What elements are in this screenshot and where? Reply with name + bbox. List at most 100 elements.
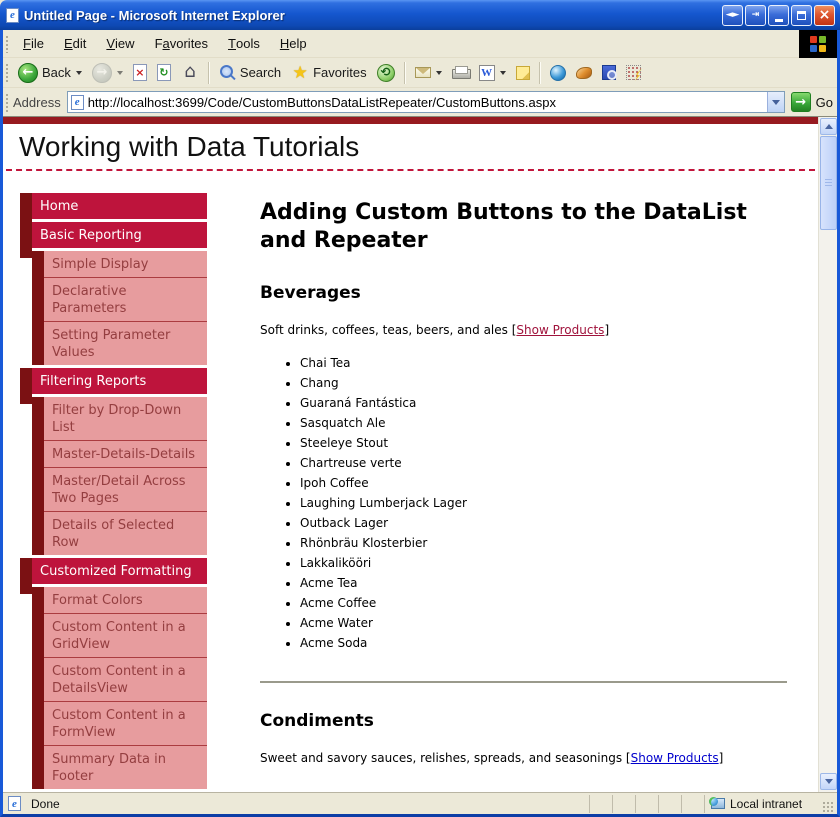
dropdown-caret-icon[interactable]	[76, 71, 82, 75]
toolbar-row: Back Search Favorites	[3, 58, 837, 88]
browser-window: e Untitled Page - Microsoft Internet Exp…	[0, 0, 840, 817]
sidebar-item[interactable]: Custom Content in a DetailsView	[20, 657, 207, 701]
title-bar[interactable]: e Untitled Page - Microsoft Internet Exp…	[0, 0, 840, 30]
history-button[interactable]	[372, 60, 400, 86]
sidebar-item[interactable]: Filter by Drop-Down List	[20, 397, 207, 440]
sidebar-item[interactable]: Simple Display	[20, 251, 207, 277]
sidebar-item-label: Master-Details-Details	[44, 440, 207, 467]
home-icon	[181, 64, 199, 82]
menu-bar: FileEditViewFavoritesToolsHelp	[13, 30, 799, 57]
sidebar-indent	[20, 657, 32, 701]
go-label: Go	[816, 95, 833, 110]
stop-icon	[133, 64, 147, 81]
address-label: Address	[13, 95, 61, 110]
book-search-button[interactable]	[597, 60, 621, 86]
resize-grip[interactable]	[822, 801, 835, 814]
maximize-icon	[797, 11, 806, 20]
menu-tools[interactable]: Tools	[218, 30, 270, 57]
dropdown-caret-icon[interactable]	[436, 71, 442, 75]
sidebar-item-label: Custom Content in a DetailsView	[44, 657, 207, 701]
dropdown-caret-icon[interactable]	[117, 71, 123, 75]
show-products-link[interactable]: Show Products	[631, 751, 719, 765]
home-button[interactable]	[176, 60, 204, 86]
window-title: Untitled Page - Microsoft Internet Explo…	[24, 8, 722, 23]
address-input[interactable]	[88, 95, 767, 110]
sidebar-marker	[32, 587, 44, 613]
product-item: Acme Coffee	[300, 593, 787, 613]
address-dropdown-button[interactable]	[767, 92, 784, 112]
menu-favorites[interactable]: Favorites	[145, 30, 218, 57]
sidebar-marker	[32, 511, 44, 555]
section-beverages: Beverages Soft drinks, coffees, teas, be…	[260, 283, 787, 653]
drag-handle[interactable]	[4, 92, 9, 112]
maximize-button[interactable]	[791, 5, 812, 26]
sidebar-item-label: Customized Formatting	[32, 558, 207, 584]
toolbar-separator	[208, 62, 210, 84]
sidebar-item[interactable]: Filtering Reports	[20, 368, 207, 394]
dropdown-caret-icon[interactable]	[500, 71, 506, 75]
sidebar-marker	[32, 467, 44, 511]
sidebar-item[interactable]: Details of Selected Row	[20, 511, 207, 555]
menu-file[interactable]: File	[13, 30, 54, 57]
status-pane-empty	[658, 795, 681, 813]
undock-button[interactable]: ⇥	[745, 5, 766, 26]
back-button[interactable]: Back	[13, 60, 87, 86]
stop-button[interactable]	[128, 60, 152, 86]
status-pane-empty	[635, 795, 658, 813]
sidebar-item[interactable]: Master/Detail Across Two Pages	[20, 467, 207, 511]
menu-edit[interactable]: Edit	[54, 30, 96, 57]
show-products-link[interactable]: Show Products	[516, 323, 604, 337]
word-icon	[479, 65, 495, 81]
sidebar-item[interactable]: Basic Reporting	[20, 222, 207, 248]
favorites-button[interactable]: Favorites	[286, 60, 371, 86]
sidebar-item-label: Basic Reporting	[32, 222, 207, 248]
research-fox-button[interactable]	[571, 60, 597, 86]
scroll-up-button[interactable]	[820, 118, 837, 135]
word-button[interactable]	[474, 60, 511, 86]
close-button[interactable]: ×	[814, 5, 835, 26]
drag-handle[interactable]	[4, 34, 9, 53]
sidebar-item[interactable]: Custom Content in a FormView	[20, 701, 207, 745]
address-field[interactable]: e	[67, 91, 785, 113]
resize-arrows-button[interactable]: ◄►	[722, 5, 743, 26]
page-top-border	[3, 117, 818, 124]
sidebar-item[interactable]: Declarative Parameters	[20, 277, 207, 321]
sidebar-item[interactable]: Setting Parameter Values	[20, 321, 207, 365]
sidebar-item-label: Declarative Parameters	[44, 277, 207, 321]
sidebar-item[interactable]: Master-Details-Details	[20, 440, 207, 467]
forward-button[interactable]	[87, 60, 128, 86]
grid-highlight-button[interactable]	[621, 60, 646, 86]
mail-button[interactable]	[410, 60, 447, 86]
drag-handle[interactable]	[4, 62, 9, 82]
scroll-thumb[interactable]	[820, 136, 837, 230]
sidebar-item-label: Details of Selected Row	[44, 511, 207, 555]
vertical-scrollbar[interactable]	[818, 117, 837, 792]
menu-view[interactable]: View	[96, 30, 144, 57]
minimize-button[interactable]	[768, 5, 789, 26]
product-item: Chartreuse verte	[300, 453, 787, 473]
search-button[interactable]: Search	[214, 60, 286, 86]
product-list: Chai TeaChangGuaraná FantásticaSasquatch…	[282, 353, 787, 653]
back-label: Back	[42, 65, 71, 80]
sidebar-item[interactable]: Customized Formatting	[20, 558, 207, 584]
scroll-down-button[interactable]	[820, 773, 837, 790]
sidebar-menu: Home Basic Reporting Simple DisplayDeclara…	[20, 193, 207, 789]
search-label: Search	[240, 65, 281, 80]
print-button[interactable]	[447, 60, 474, 86]
sidebar-item[interactable]: Summary Data in Footer	[20, 745, 207, 789]
product-item: Ipoh Coffee	[300, 473, 787, 493]
sidebar-item[interactable]: Custom Content in a GridView	[20, 613, 207, 657]
sidebar-item[interactable]: Home	[20, 193, 207, 219]
sidebar-item[interactable]: Format Colors	[20, 587, 207, 613]
go-button[interactable]: → Go	[791, 92, 833, 112]
sidebar-indent	[20, 613, 32, 657]
menu-help[interactable]: Help	[270, 30, 317, 57]
product-item: Chai Tea	[300, 353, 787, 373]
messenger-button[interactable]	[545, 60, 571, 86]
status-bar: e Done Local intranet	[3, 792, 837, 814]
address-bar-row: Address e → Go	[3, 88, 837, 116]
refresh-button[interactable]	[152, 60, 176, 86]
section-heading: Beverages	[260, 283, 787, 303]
note-button[interactable]	[511, 60, 535, 86]
intranet-zone-icon	[711, 798, 725, 809]
